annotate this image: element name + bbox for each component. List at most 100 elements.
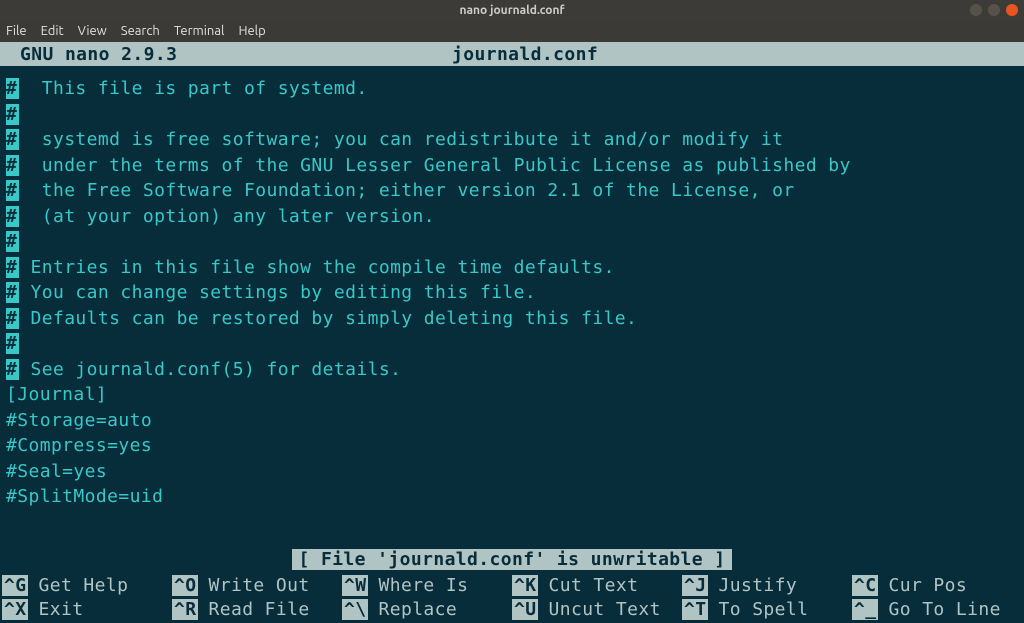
- shortcut-where-is[interactable]: ^W Where Is: [342, 573, 512, 597]
- shortcut-cut-text[interactable]: ^K Cut Text: [512, 573, 682, 597]
- shortcut-cur-pos[interactable]: ^C Cur Pos: [852, 573, 1022, 597]
- editor-line-text: See journald.conf(5) for details.: [19, 359, 401, 380]
- nano-body[interactable]: # This file is part of systemd.## system…: [0, 66, 1024, 549]
- menu-help[interactable]: Help: [238, 24, 265, 38]
- shortcut-justify[interactable]: ^J Justify: [682, 573, 852, 597]
- editor-line: #Seal=yes: [6, 459, 1018, 485]
- shortcut-key: ^_: [852, 599, 878, 620]
- shortcut-label: Replace: [378, 599, 457, 620]
- shortcut-label: Uncut Text: [548, 599, 660, 620]
- shortcut-key: ^\: [342, 599, 368, 620]
- editor-line: #: [6, 331, 1018, 357]
- shortcut-to-spell[interactable]: ^T To Spell: [682, 597, 852, 621]
- shortcut-label: Exit: [38, 599, 83, 620]
- editor-line: #: [6, 229, 1018, 255]
- shortcut-key: ^C: [852, 575, 878, 596]
- editor-line-text: You can change settings by editing this …: [19, 282, 536, 303]
- shortcut-get-help[interactable]: ^G Get Help: [2, 573, 172, 597]
- comment-hash-icon: #: [6, 282, 19, 303]
- nano-version: GNU nano 2.9.3: [6, 44, 177, 65]
- editor-line: #: [6, 102, 1018, 128]
- comment-hash-icon: #: [6, 206, 19, 227]
- maximize-icon[interactable]: [988, 4, 1000, 16]
- editor-line: # You can change settings by editing thi…: [6, 280, 1018, 306]
- nano-filename: journald.conf: [452, 44, 598, 65]
- shortcut-key: ^G: [2, 575, 28, 596]
- nano-shortcut-bar: ^G Get Help ^O Write Out ^W Where Is ^K Cut Tex…: [0, 573, 1024, 623]
- editor-line: # This file is part of systemd.: [6, 76, 1018, 102]
- comment-hash-icon: #: [6, 155, 19, 176]
- editor-line: # systemd is free software; you can redi…: [6, 127, 1018, 153]
- shortcut-key: ^X: [2, 599, 28, 620]
- shortcut-go-to-line[interactable]: ^_ Go To Line: [852, 597, 1022, 621]
- shortcut-key: ^J: [682, 575, 708, 596]
- shortcut-key: ^U: [512, 599, 538, 620]
- shortcut-label: To Spell: [718, 599, 808, 620]
- menu-edit[interactable]: Edit: [41, 24, 64, 38]
- shortcut-write-out[interactable]: ^O Write Out: [172, 573, 342, 597]
- editor-line-text: Entries in this file show the compile ti…: [19, 257, 615, 278]
- shortcut-replace[interactable]: ^\ Replace: [342, 597, 512, 621]
- editor-line-text: systemd is free software; you can redist…: [19, 129, 783, 150]
- window-controls: [970, 4, 1018, 16]
- editor-line: [Journal]: [6, 382, 1018, 408]
- editor-line: # under the terms of the GNU Lesser Gene…: [6, 153, 1018, 179]
- comment-hash-icon: #: [6, 333, 19, 354]
- shortcut-uncut-text[interactable]: ^U Uncut Text: [512, 597, 682, 621]
- editor-line-text: [Journal]: [6, 384, 107, 405]
- editor-line-text: Defaults can be restored by simply delet…: [19, 308, 637, 329]
- shortcut-label: Justify: [718, 575, 797, 596]
- editor-line: # See journald.conf(5) for details.: [6, 357, 1018, 383]
- editor-line: #Compress=yes: [6, 433, 1018, 459]
- comment-hash-icon: #: [6, 231, 19, 252]
- comment-hash-icon: #: [6, 78, 19, 99]
- shortcut-key: ^T: [682, 599, 708, 620]
- editor-line: # (at your option) any later version.: [6, 204, 1018, 230]
- menu-view[interactable]: View: [78, 24, 107, 38]
- comment-hash-icon: #: [6, 308, 19, 329]
- shortcut-key: ^O: [172, 575, 198, 596]
- menu-bar: File Edit View Search Terminal Help: [0, 20, 1024, 42]
- comment-hash-icon: #: [6, 129, 19, 150]
- nano-status-text: [ File 'journald.conf' is unwritable ]: [292, 549, 731, 570]
- menu-search[interactable]: Search: [121, 24, 160, 38]
- close-icon[interactable]: [1006, 4, 1018, 16]
- editor-line: # the Free Software Foundation; either v…: [6, 178, 1018, 204]
- shortcut-label: Get Help: [38, 575, 128, 596]
- editor-line-text: (at your option) any later version.: [19, 206, 435, 227]
- editor-line: # Entries in this file show the compile …: [6, 255, 1018, 281]
- editor-line-text: the Free Software Foundation; either ver…: [19, 180, 794, 201]
- shortcut-read-file[interactable]: ^R Read File: [172, 597, 342, 621]
- nano-header: GNU nano 2.9.3 journald.conf: [0, 42, 1024, 66]
- editor-line-text: This file is part of systemd.: [19, 78, 367, 99]
- editor-line-text: #Seal=yes: [6, 461, 107, 482]
- editor-line: # Defaults can be restored by simply del…: [6, 306, 1018, 332]
- comment-hash-icon: #: [6, 257, 19, 278]
- window-title: nano journald.conf: [459, 4, 564, 17]
- editor-line-text: under the terms of the GNU Lesser Genera…: [19, 155, 851, 176]
- comment-hash-icon: #: [6, 104, 19, 125]
- comment-hash-icon: #: [6, 180, 19, 201]
- nano-status-line: [ File 'journald.conf' is unwritable ]: [0, 549, 1024, 573]
- minimize-icon[interactable]: [970, 4, 982, 16]
- comment-hash-icon: #: [6, 359, 19, 380]
- editor-line: #SplitMode=uid: [6, 484, 1018, 510]
- shortcut-label: Where Is: [378, 575, 468, 596]
- shortcut-key: ^K: [512, 575, 538, 596]
- editor-line-text: #Compress=yes: [6, 435, 152, 456]
- shortcut-key: ^R: [172, 599, 198, 620]
- editor-line-text: #SplitMode=uid: [6, 486, 163, 507]
- shortcut-label: Write Out: [208, 575, 309, 596]
- menu-terminal[interactable]: Terminal: [174, 24, 225, 38]
- shortcut-exit[interactable]: ^X Exit: [2, 597, 172, 621]
- shortcut-label: Cur Pos: [888, 575, 967, 596]
- editor-line: #Storage=auto: [6, 408, 1018, 434]
- nano-editor[interactable]: GNU nano 2.9.3 journald.conf # This file…: [0, 42, 1024, 623]
- shortcut-label: Read File: [208, 599, 309, 620]
- window-titlebar: nano journald.conf: [0, 0, 1024, 20]
- shortcut-label: Go To Line: [888, 599, 1000, 620]
- editor-line-text: #Storage=auto: [6, 410, 152, 431]
- shortcut-key: ^W: [342, 575, 368, 596]
- shortcut-label: Cut Text: [548, 575, 638, 596]
- menu-file[interactable]: File: [6, 24, 27, 38]
